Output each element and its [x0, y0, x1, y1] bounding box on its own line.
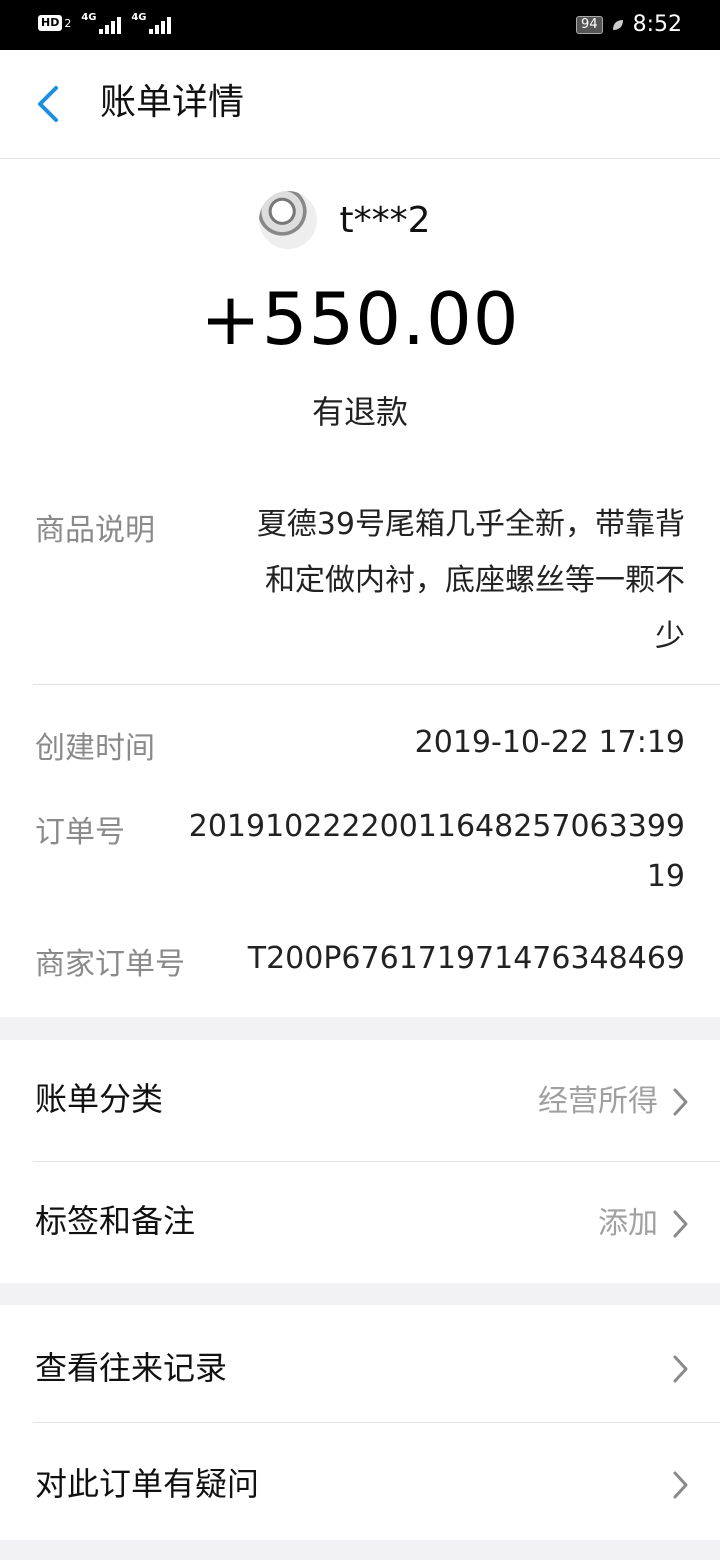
order-number-line: 20191022220011648257063399	[188, 809, 685, 844]
status-left: HD 2 4G 4G	[38, 12, 172, 34]
bill-category-row[interactable]: 账单分类 经营所得	[0, 1040, 720, 1160]
order-number-label: 订单号	[35, 815, 125, 850]
actions-section: 查看往来记录 对此订单有疑问	[0, 1305, 720, 1540]
bill-detail-card: t***2 +550.00 有退款 商品说明 夏德39号尾箱几乎全新，带靠背 和…	[0, 159, 720, 1017]
signal-label: 4G	[81, 12, 97, 23]
bill-category-label: 账单分类	[35, 1080, 164, 1118]
clock: 8:52	[632, 12, 682, 37]
chevron-right-icon	[673, 1355, 688, 1383]
payer-name: t***2	[339, 199, 431, 241]
status-bar: HD 2 4G 4G 94 8:52	[0, 0, 720, 50]
amount: +550.00	[200, 277, 520, 361]
hd-label: HD	[38, 15, 63, 31]
description-value: 夏德39号尾箱几乎全新，带靠背 和定做内衬，底座螺丝等一颗不 少	[257, 500, 685, 662]
tags-notes-label: 标签和备注	[35, 1202, 196, 1240]
signal-icon: 4G	[81, 12, 122, 34]
description-line: 少	[655, 619, 685, 654]
order-number-value: 20191022220011648257063399 19	[189, 802, 685, 902]
status-right: 94 8:52	[576, 12, 682, 37]
chevron-right-icon	[673, 1088, 688, 1116]
hd-sub: 2	[64, 16, 72, 30]
payer-info: t***2	[0, 191, 720, 249]
nav-bar: 账单详情	[0, 50, 720, 159]
order-question-row[interactable]: 对此订单有疑问	[0, 1423, 720, 1543]
description-line: 和定做内衬，底座螺丝等一颗不	[265, 563, 685, 598]
created-time-label: 创建时间	[35, 731, 155, 766]
classification-section: 账单分类 经营所得 标签和备注 添加	[0, 1040, 720, 1283]
bill-status: 有退款	[311, 393, 408, 431]
chevron-right-icon	[673, 1471, 688, 1499]
chevron-left-icon	[38, 86, 58, 122]
leaf-icon	[612, 19, 623, 30]
created-time-value: 2019-10-22 17:19	[414, 725, 685, 760]
merchant-order-label: 商家订单号	[35, 947, 185, 982]
view-history-label: 查看往来记录	[35, 1349, 228, 1387]
chevron-right-icon	[673, 1210, 688, 1238]
order-number-line: 19	[646, 859, 685, 894]
view-history-row[interactable]: 查看往来记录	[0, 1305, 720, 1425]
tags-notes-value: 添加	[598, 1206, 658, 1241]
order-question-label: 对此订单有疑问	[35, 1465, 260, 1503]
back-button[interactable]	[30, 78, 70, 130]
hd-indicator: HD 2	[38, 15, 71, 31]
description-line: 夏德39号尾箱几乎全新，带靠背	[256, 507, 685, 542]
battery-icon: 94	[576, 15, 603, 34]
divider	[33, 684, 720, 685]
avatar	[259, 191, 318, 249]
bill-category-value: 经营所得	[538, 1084, 658, 1119]
signal-icon: 4G	[131, 12, 172, 34]
signal-label: 4G	[131, 12, 147, 23]
tags-notes-row[interactable]: 标签和备注 添加	[0, 1162, 720, 1282]
page-title: 账单详情	[100, 82, 245, 123]
description-label: 商品说明	[35, 513, 155, 548]
merchant-order-value: T200P676171971476348469	[247, 941, 685, 976]
